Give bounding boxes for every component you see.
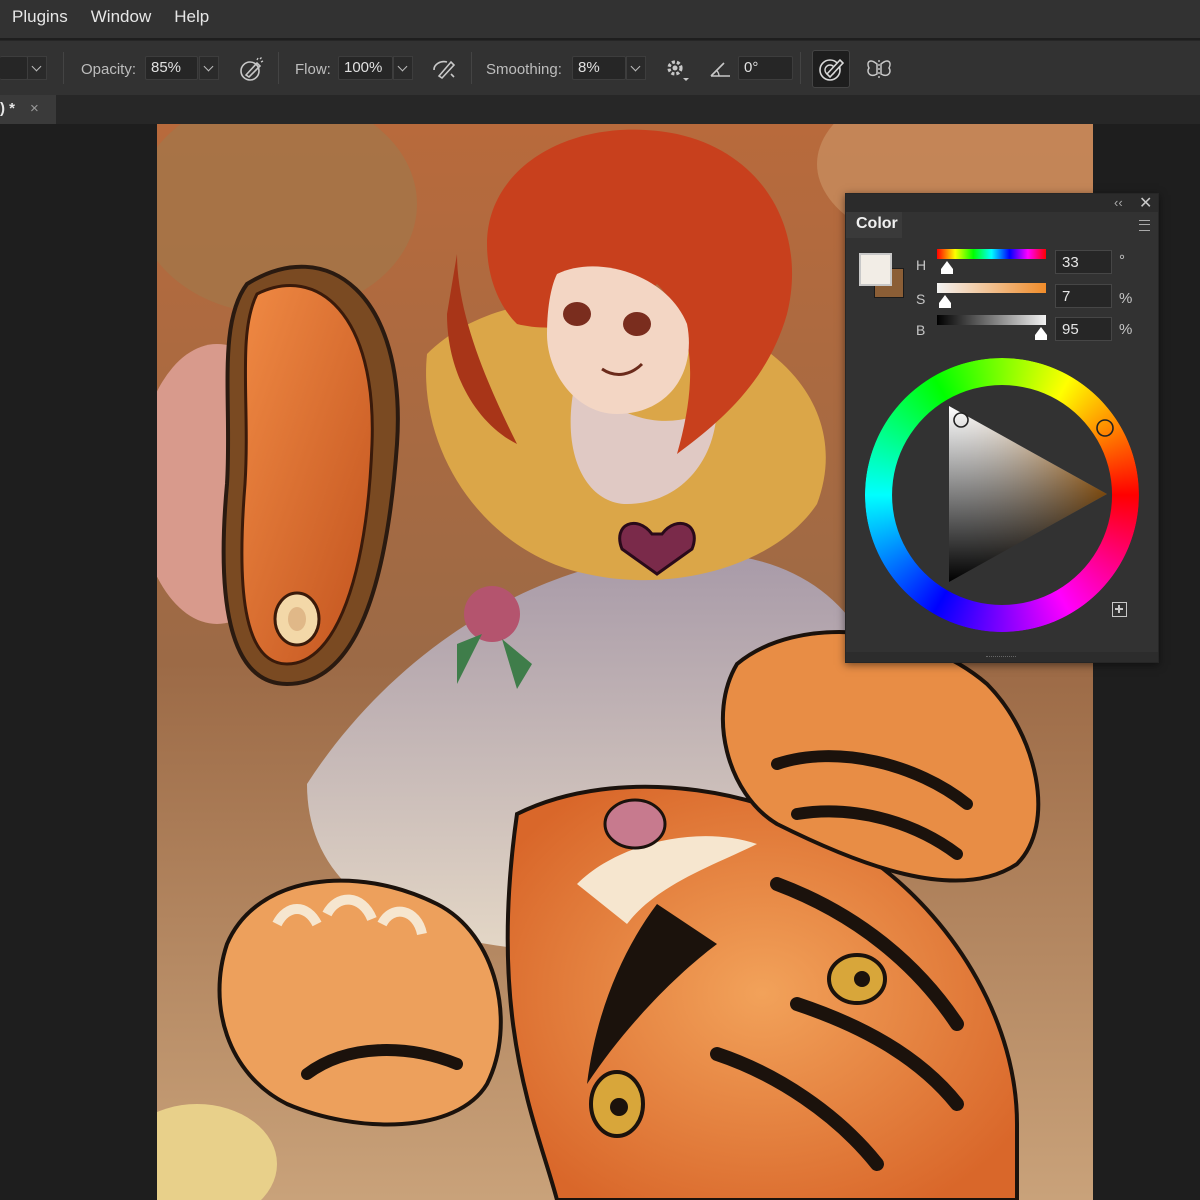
panel-menu-icon[interactable] xyxy=(1139,220,1150,231)
brightness-field[interactable]: 95 xyxy=(1055,317,1112,341)
saturation-label: S xyxy=(916,291,926,307)
saturation-field[interactable]: 7 xyxy=(1055,284,1112,308)
angle-icon xyxy=(706,54,736,84)
brightness-slider-thumb[interactable] xyxy=(1034,327,1047,340)
foreground-color-swatch[interactable] xyxy=(859,253,892,286)
close-icon[interactable]: × xyxy=(30,100,39,117)
brush-mode-dropdown[interactable] xyxy=(27,56,47,80)
hue-field[interactable]: 33 xyxy=(1055,250,1112,274)
brightness-unit: % xyxy=(1119,321,1133,338)
flow-field[interactable]: 100% xyxy=(338,56,393,80)
hue-label: H xyxy=(916,257,927,273)
flow-label: Flow: xyxy=(295,61,331,78)
separator xyxy=(63,52,64,84)
airbrush-icon[interactable] xyxy=(236,54,266,84)
hue-unit: ° xyxy=(1119,252,1125,269)
saturation-slider-thumb[interactable] xyxy=(938,295,951,308)
menu-plugins[interactable]: Plugins xyxy=(0,7,79,31)
butterfly-icon[interactable] xyxy=(864,54,894,84)
size-pressure-icon[interactable] xyxy=(812,50,850,88)
separator xyxy=(471,52,472,84)
document-tab-strip: ) * × xyxy=(0,95,1200,124)
options-bar: Opacity: 85% Flow: 100% Smoothing: 8% 0° xyxy=(0,40,1200,95)
angle-field[interactable]: 0° xyxy=(738,56,793,80)
smoothing-field[interactable]: 8% xyxy=(572,56,626,80)
hue-slider[interactable] xyxy=(937,249,1046,259)
hue-slider-thumb[interactable] xyxy=(940,261,953,274)
document-tab[interactable]: ) * × xyxy=(0,95,56,124)
brightness-slider[interactable] xyxy=(937,315,1046,325)
menu-help[interactable]: Help xyxy=(162,7,220,31)
brush-mode-select[interactable] xyxy=(0,56,28,80)
color-panel: ‹‹ ✕ Color H 33 ° S 7 % B 95 % xyxy=(845,193,1159,663)
flow-dropdown[interactable] xyxy=(393,56,413,80)
close-icon[interactable]: ✕ xyxy=(1139,193,1152,213)
color-panel-tab[interactable]: Color xyxy=(846,212,902,238)
opacity-label: Opacity: xyxy=(81,61,137,78)
collapse-icon[interactable]: ‹‹ xyxy=(1114,195,1123,210)
smoothing-label: Smoothing: xyxy=(486,61,562,78)
opacity-dropdown[interactable] xyxy=(199,56,219,80)
color-wheel[interactable] xyxy=(865,358,1139,632)
menu-bar: Plugins Window Help xyxy=(0,0,1200,38)
separator xyxy=(800,52,801,84)
saturation-slider[interactable] xyxy=(937,283,1046,293)
gear-icon[interactable] xyxy=(662,54,692,84)
saturation-unit: % xyxy=(1119,290,1133,307)
brightness-label: B xyxy=(916,322,926,338)
menu-window[interactable]: Window xyxy=(79,7,162,31)
opacity-field[interactable]: 85% xyxy=(145,56,198,80)
document-tab-title: ) * xyxy=(0,100,15,117)
panel-header: ‹‹ ✕ xyxy=(846,194,1158,212)
smoothing-dropdown[interactable] xyxy=(626,56,646,80)
separator xyxy=(278,52,279,84)
pressure-icon[interactable] xyxy=(429,54,459,84)
add-swatch-icon[interactable] xyxy=(1112,602,1127,617)
panel-resize-grip[interactable] xyxy=(846,652,1158,662)
